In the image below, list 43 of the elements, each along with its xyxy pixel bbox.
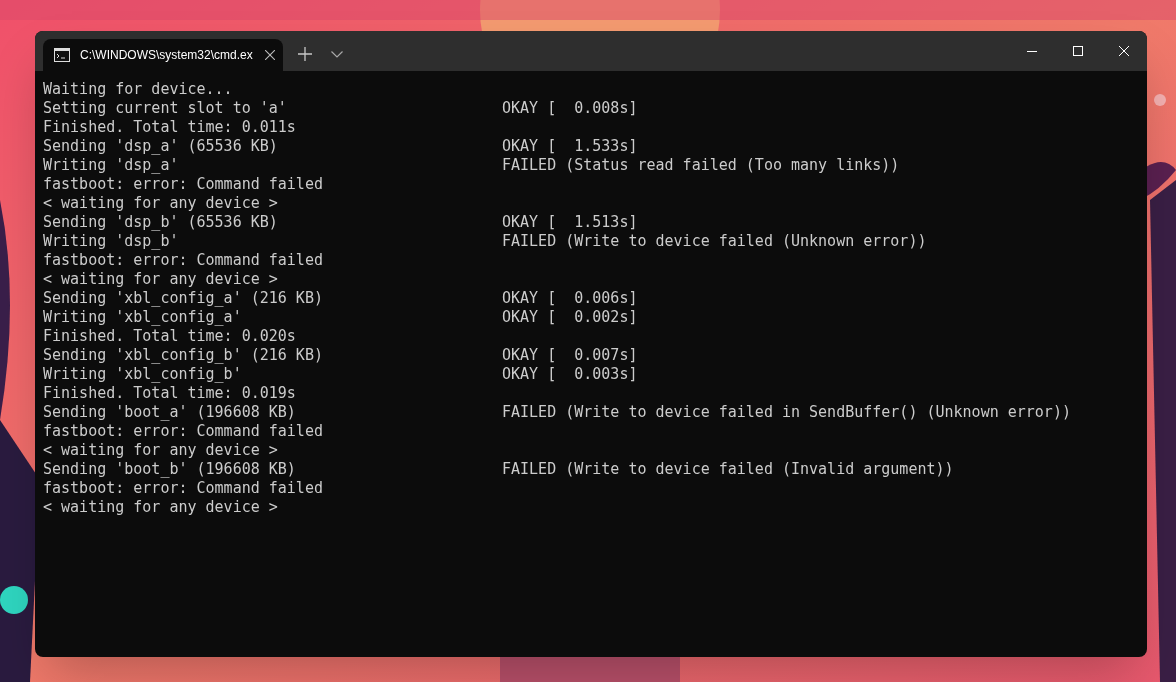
status-text: FAILED (Status read failed (Too many links)): [502, 156, 900, 175]
output-line: < waiting for any device >: [43, 498, 278, 516]
output-line: fastboot: error: Command failed: [43, 422, 323, 440]
output-line: Finished. Total time: 0.020s: [43, 327, 296, 345]
chevron-down-icon: [331, 50, 343, 58]
output-line: Sending 'dsp_a' (65536 KB): [43, 137, 278, 155]
output-line: fastboot: error: Command failed: [43, 175, 323, 193]
minimize-icon: [1027, 50, 1037, 52]
output-line: fastboot: error: Command failed: [43, 251, 323, 269]
terminal-icon: [54, 48, 70, 62]
output-line: fastboot: error: Command failed: [43, 479, 323, 497]
close-icon: [1119, 46, 1129, 56]
output-line: < waiting for any device >: [43, 441, 278, 459]
output-line: Waiting for device...: [43, 80, 233, 98]
output-line: Setting current slot to 'a': [43, 99, 287, 117]
output-line: Finished. Total time: 0.019s: [43, 384, 296, 402]
status-text: FAILED (Write to device failed (Invalid argument)): [502, 460, 954, 479]
maximize-icon: [1073, 46, 1083, 56]
status-text: FAILED (Write to device failed in SendBuffer() (Unknown error)): [502, 403, 1071, 422]
status-text: OKAY [ 1.533s]: [502, 137, 638, 156]
plus-icon: [298, 47, 312, 61]
output-line: Sending 'xbl_config_a' (216 KB): [43, 289, 323, 307]
output-line: Sending 'boot_a' (196608 KB): [43, 403, 296, 421]
status-text: OKAY [ 0.008s]: [502, 99, 638, 118]
output-line: Writing 'xbl_config_a': [43, 308, 242, 326]
status-text: OKAY [ 0.002s]: [502, 308, 638, 327]
close-icon[interactable]: [265, 50, 275, 60]
status-text: FAILED (Write to device failed (Unknown error)): [502, 232, 927, 251]
output-line: Writing 'dsp_b': [43, 232, 179, 250]
output-line: Writing 'dsp_a': [43, 156, 179, 174]
status-text: OKAY [ 0.003s]: [502, 365, 638, 384]
output-line: Sending 'dsp_b' (65536 KB): [43, 213, 278, 231]
status-text: OKAY [ 1.513s]: [502, 213, 638, 232]
tab[interactable]: C:\WINDOWS\system32\cmd.ex: [43, 39, 283, 71]
output-line: Sending 'boot_b' (196608 KB): [43, 460, 296, 478]
status-text: OKAY [ 0.006s]: [502, 289, 638, 308]
status-text: OKAY [ 0.007s]: [502, 346, 638, 365]
output-line: < waiting for any device >: [43, 270, 278, 288]
output-line: Writing 'xbl_config_b': [43, 365, 242, 383]
output-line: Finished. Total time: 0.011s: [43, 118, 296, 136]
tab-title: C:\WINDOWS\system32\cmd.ex: [80, 47, 254, 64]
output-line: < waiting for any device >: [43, 194, 278, 212]
output-line: Sending 'xbl_config_b' (216 KB): [43, 346, 323, 364]
